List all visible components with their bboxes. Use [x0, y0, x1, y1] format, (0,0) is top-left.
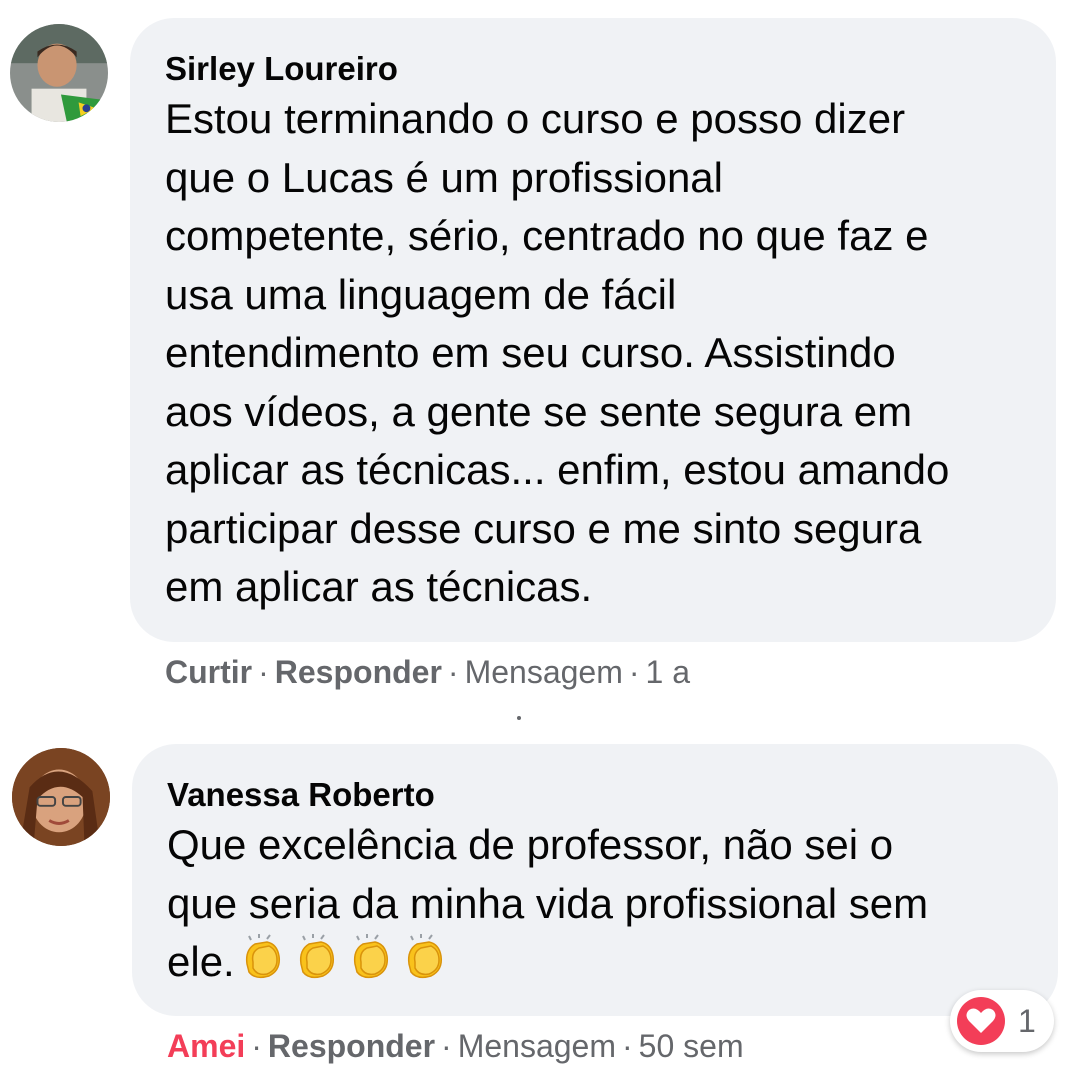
reaction-summary[interactable]: 1 — [950, 990, 1054, 1052]
reply-button[interactable]: Responder — [275, 654, 442, 690]
heart-icon — [957, 997, 1005, 1045]
clapping-hands-icon — [291, 934, 343, 982]
love-button[interactable]: Amei — [167, 1028, 245, 1064]
comment-text-line: competente, sério, centrado no que faz e — [165, 212, 929, 259]
comment-text-line: Que excelência de professor, não sei o — [167, 821, 894, 868]
reaction-count: 1 — [1018, 1002, 1036, 1039]
separator: · — [441, 1028, 452, 1064]
comment-author[interactable]: Vanessa Roberto — [167, 776, 435, 814]
avatar[interactable] — [10, 24, 108, 122]
separator: · — [622, 1028, 633, 1064]
reply-button[interactable]: Responder — [268, 1028, 435, 1064]
comments-section: Sirley Loureiro Estou terminando o curso… — [0, 0, 1080, 1080]
comment-text-line: entendimento em seu curso. Assistindo — [165, 329, 896, 376]
comment-actions: Amei · Responder · Mensagem · 50 sem — [167, 1028, 744, 1065]
avatar[interactable] — [12, 748, 110, 846]
comment-text-line: usa uma linguagem de fácil — [165, 270, 677, 318]
comment-text-fragment: ele. — [167, 938, 235, 985]
divider-dot — [517, 716, 521, 720]
separator: · — [258, 654, 269, 690]
timestamp[interactable]: 1 a — [646, 654, 690, 690]
separator: · — [251, 1028, 262, 1064]
clapping-hands-icon — [345, 934, 397, 982]
clapping-hands-icon — [399, 934, 451, 982]
comment-text-line: que seria da minha vida profissional sem — [167, 879, 929, 927]
comment-author[interactable]: Sirley Loureiro — [165, 50, 398, 88]
like-button[interactable]: Curtir — [165, 654, 252, 690]
message-link[interactable]: Mensagem — [465, 654, 623, 690]
comment-actions: Curtir · Responder · Mensagem · 1 a — [165, 654, 690, 691]
comment-text-line: ele. — [167, 933, 928, 992]
comment-text-line: aplicar as técnicas... enfim, estou aman… — [165, 446, 950, 493]
comment-text-line: que o Lucas é um profissional — [165, 153, 723, 201]
comment-text: Estou terminando o curso e posso dizer q… — [165, 90, 949, 617]
clapping-hands-icon — [237, 934, 289, 982]
comment-text-line: Estou terminando o curso e posso dizer — [165, 95, 906, 142]
comment-text-line: participar desse curso e me sinto segura — [165, 504, 922, 552]
message-link[interactable]: Mensagem — [458, 1028, 616, 1064]
separator: · — [447, 654, 459, 690]
comment-text-line: aos vídeos, a gente se sente segura em — [165, 387, 913, 435]
comment-text-line: em aplicar as técnicas. — [165, 563, 593, 610]
emoji-row — [237, 934, 451, 982]
separator: · — [628, 654, 640, 690]
comment-text: Que excelência de professor, não sei o q… — [167, 816, 928, 992]
timestamp[interactable]: 50 sem — [639, 1028, 744, 1064]
